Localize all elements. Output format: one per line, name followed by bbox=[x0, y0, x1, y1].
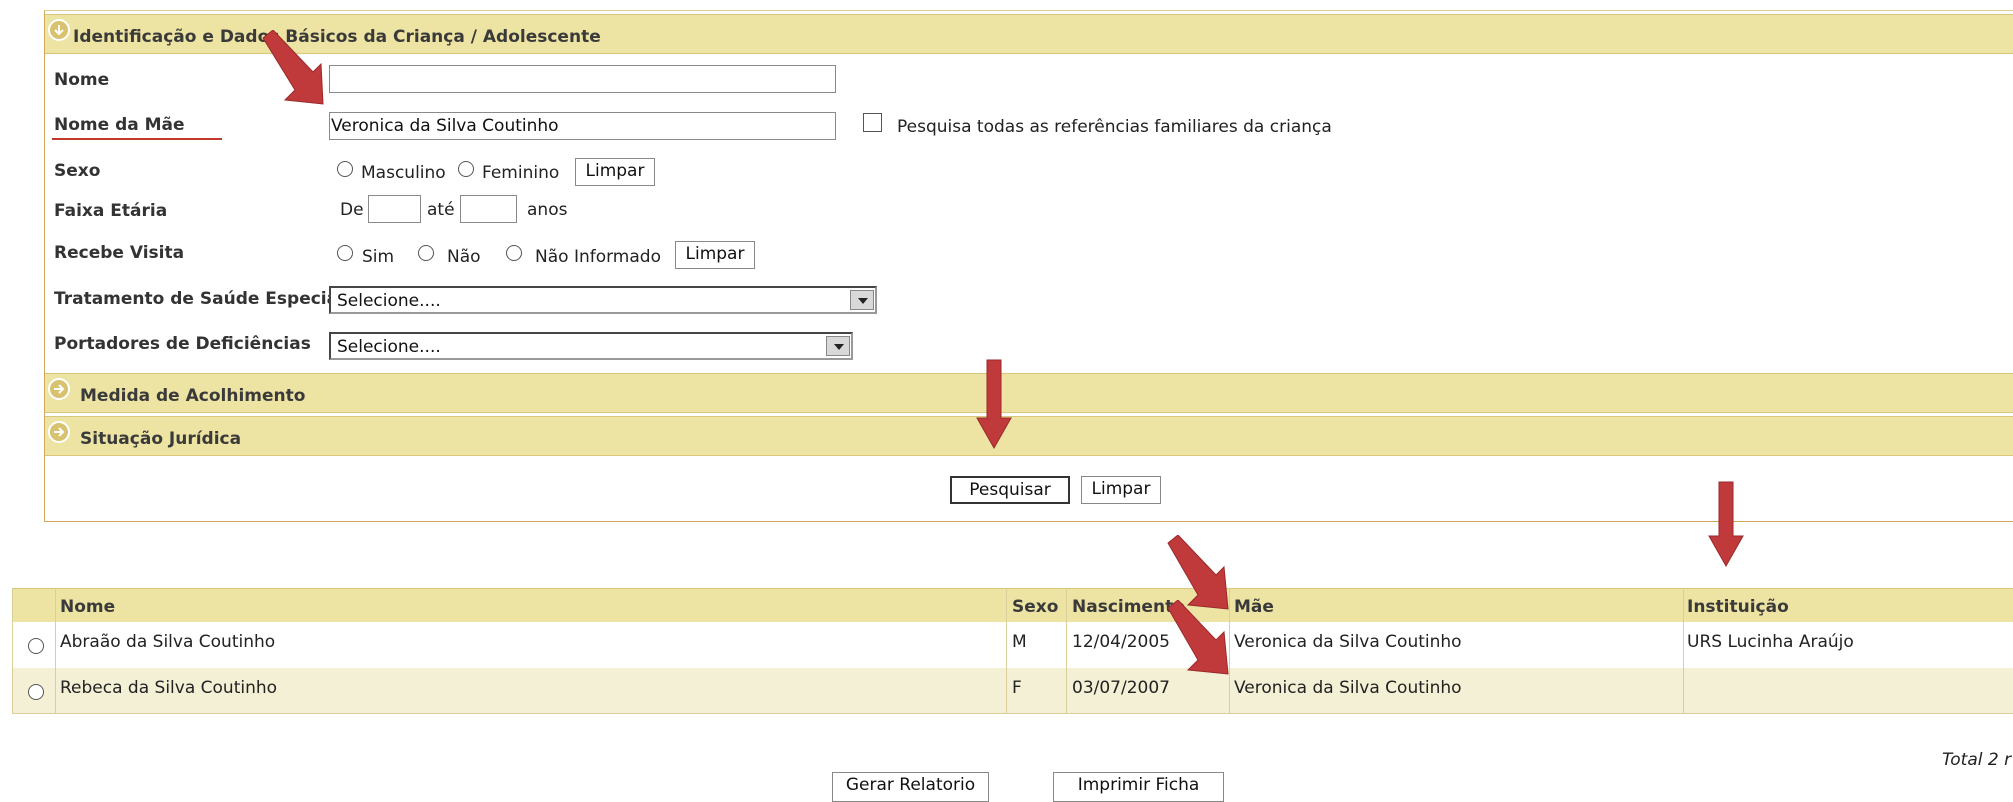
nao-radio[interactable] bbox=[418, 245, 434, 261]
section-medida[interactable]: Medida de Acolhimento bbox=[45, 373, 2013, 413]
arrow-pointer-icon bbox=[262, 30, 324, 105]
deficiencia-label: Portadores de Deficiências bbox=[54, 334, 311, 354]
cell-nascimento: 12/04/2005 bbox=[1072, 632, 1170, 652]
mae-label: Nome da Mãe bbox=[54, 115, 185, 135]
chevron-down-icon[interactable] bbox=[850, 290, 874, 310]
cell-nome: Rebeca da Silva Coutinho bbox=[60, 678, 278, 698]
tratamento-select[interactable]: Selecione.... bbox=[329, 286, 877, 314]
nome-label: Nome bbox=[54, 70, 110, 90]
faixa-label: Faixa Etária bbox=[54, 201, 168, 221]
imprimir-ficha-button[interactable]: Imprimir Ficha bbox=[1053, 772, 1224, 802]
col-instituicao[interactable]: Instituição bbox=[1687, 597, 1789, 617]
circle-collapse-icon[interactable] bbox=[48, 19, 70, 41]
de-label: De bbox=[340, 200, 364, 220]
cell-instituicao: URS Lucinha Araújo bbox=[1687, 632, 1854, 652]
nao-informado-label: Não Informado bbox=[535, 247, 661, 267]
section-identificacao[interactable]: Identificação e Dados Básicos da Criança… bbox=[45, 14, 2013, 54]
visita-label: Recebe Visita bbox=[54, 243, 185, 263]
grid-divider bbox=[1683, 588, 1684, 714]
sim-radio[interactable] bbox=[337, 245, 353, 261]
cell-nome: Abraão da Silva Coutinho bbox=[60, 632, 276, 652]
limpar-visita-button[interactable]: Limpar bbox=[675, 241, 755, 269]
feminino-label: Feminino bbox=[482, 163, 560, 183]
grid-border-left bbox=[12, 588, 13, 714]
grid-divider bbox=[1066, 588, 1067, 714]
anos-label: anos bbox=[527, 200, 568, 220]
section-title: Medida de Acolhimento bbox=[80, 386, 306, 406]
cell-sexo: F bbox=[1012, 678, 1022, 698]
gerar-relatorio-button[interactable]: Gerar Relatorio bbox=[832, 772, 989, 802]
results-header: Nome Sexo Nascimento Mãe Instituição bbox=[12, 588, 2013, 622]
arrow-pointer-icon bbox=[976, 359, 1012, 450]
limpar-sexo-button[interactable]: Limpar bbox=[575, 158, 655, 186]
arrow-pointer-icon bbox=[1708, 481, 1744, 568]
arrow-pointer-icon bbox=[1167, 600, 1229, 675]
grid-divider bbox=[55, 588, 56, 714]
mae-underline bbox=[52, 138, 222, 140]
row-select-radio[interactable] bbox=[28, 638, 44, 654]
cell-sexo: M bbox=[1012, 632, 1027, 652]
sim-label: Sim bbox=[362, 247, 395, 267]
chevron-down-icon[interactable] bbox=[826, 336, 850, 356]
row-select-radio[interactable] bbox=[28, 684, 44, 700]
col-sexo[interactable]: Sexo bbox=[1012, 597, 1058, 617]
nao-informado-radio[interactable] bbox=[506, 245, 522, 261]
feminino-radio[interactable] bbox=[458, 161, 474, 177]
masculino-label: Masculino bbox=[361, 163, 446, 183]
sexo-label: Sexo bbox=[54, 161, 101, 181]
circle-expand-icon[interactable] bbox=[48, 378, 70, 400]
deficiencia-select[interactable]: Selecione.... bbox=[329, 332, 853, 360]
cell-mae: Veronica da Silva Coutinho bbox=[1234, 678, 1462, 698]
cell-nascimento: 03/07/2007 bbox=[1072, 678, 1170, 698]
nome-input[interactable] bbox=[329, 65, 836, 93]
section-situacao[interactable]: Situação Jurídica bbox=[45, 416, 2013, 456]
table-row[interactable]: Rebeca da Silva Coutinho F 03/07/2007 Ve… bbox=[12, 668, 2013, 714]
section-title: Identificação e Dados Básicos da Criança… bbox=[73, 27, 601, 47]
pesquisar-button[interactable]: Pesquisar bbox=[950, 476, 1070, 504]
mae-input[interactable] bbox=[329, 112, 836, 140]
idade-de-input[interactable] bbox=[368, 195, 421, 223]
familiares-label: Pesquisa todas as referências familiares… bbox=[897, 117, 1332, 137]
col-nome[interactable]: Nome bbox=[60, 597, 115, 617]
idade-ate-input[interactable] bbox=[460, 195, 517, 223]
tratamento-label: Tratamento de Saúde Especial bbox=[54, 289, 344, 309]
nao-label: Não bbox=[447, 247, 481, 267]
tratamento-selected: Selecione.... bbox=[337, 291, 441, 311]
limpar-form-button[interactable]: Limpar bbox=[1081, 476, 1161, 504]
grid-divider bbox=[1006, 588, 1007, 714]
section-title: Situação Jurídica bbox=[80, 429, 242, 449]
circle-expand-icon[interactable] bbox=[48, 421, 70, 443]
familiares-checkbox[interactable] bbox=[863, 113, 882, 132]
ate-label: até bbox=[427, 200, 455, 220]
masculino-radio[interactable] bbox=[337, 161, 353, 177]
deficiencia-selected: Selecione.... bbox=[337, 337, 441, 357]
cell-mae: Veronica da Silva Coutinho bbox=[1234, 632, 1462, 652]
table-row[interactable]: Abraão da Silva Coutinho M 12/04/2005 Ve… bbox=[12, 622, 2013, 668]
total-records: Total 2 r bbox=[1942, 750, 2012, 770]
